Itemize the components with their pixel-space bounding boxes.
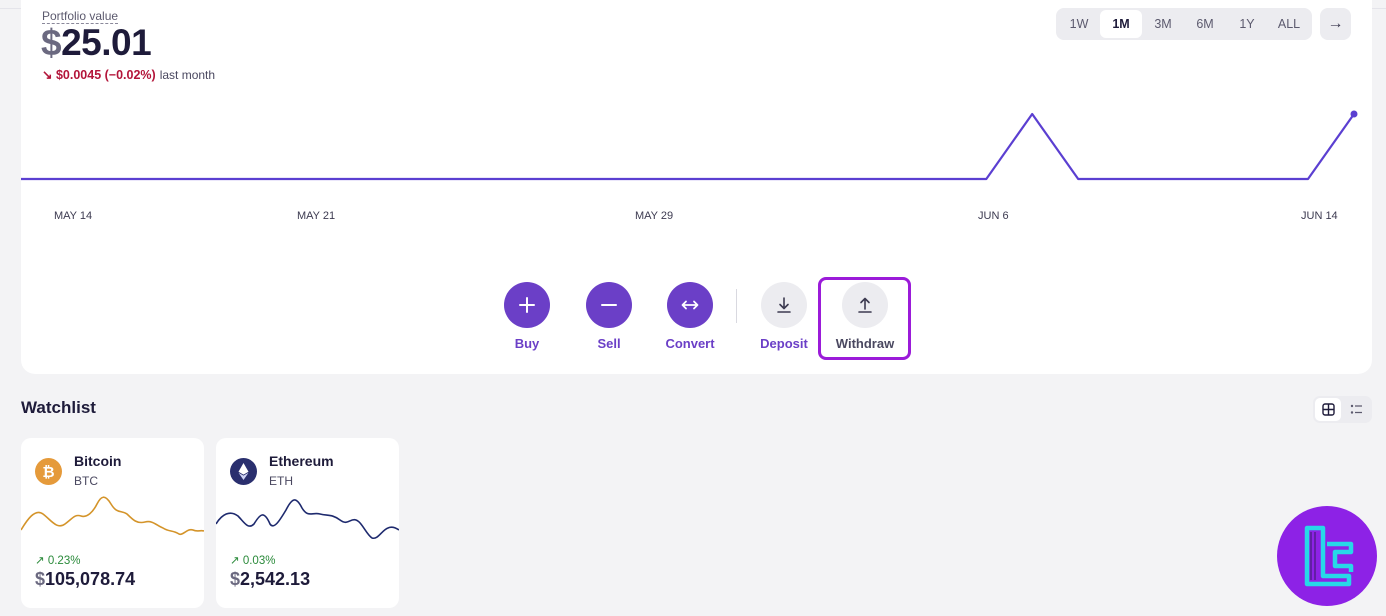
x-tick-label: MAY 29 — [635, 210, 674, 222]
up-arrow-icon: ↗ — [230, 555, 240, 567]
swap-arrows-icon — [667, 282, 713, 328]
x-tick-label: JUN 14 — [1301, 210, 1338, 222]
watchlist-card-ethereum[interactable]: Ethereum ETH ↗ 0.03% $2,542.13 — [216, 438, 399, 608]
sell-button[interactable]: Sell — [569, 282, 649, 351]
bitcoin-icon: ₿ — [35, 458, 62, 485]
x-tick-label: MAY 14 — [54, 210, 93, 222]
brand-logo-icon — [1277, 506, 1377, 606]
currency-symbol: $ — [230, 569, 241, 589]
download-icon — [761, 282, 807, 328]
coin-change-value: 0.03% — [242, 555, 276, 567]
coin-price-value: 2,542.13 — [240, 569, 311, 589]
range-1w[interactable]: 1W — [1058, 10, 1100, 38]
plus-icon — [504, 282, 550, 328]
coin-change: ↗ 0.23% — [35, 553, 80, 567]
portfolio-change: ↘ $0.0045 (−0.02%) last month — [42, 67, 215, 82]
view-toggle — [1313, 396, 1372, 423]
svg-text:₿: ₿ — [42, 463, 54, 481]
coin-symbol: BTC — [74, 474, 98, 488]
range-all[interactable]: ALL — [1268, 10, 1310, 38]
grid-view-icon[interactable] — [1315, 398, 1341, 421]
change-amount: $0.0045 (−0.02%) — [55, 68, 156, 82]
coin-name: Bitcoin — [74, 453, 122, 469]
convert-button[interactable]: Convert — [650, 282, 730, 351]
currency-symbol: $ — [41, 22, 62, 63]
range-1y[interactable]: 1Y — [1226, 10, 1268, 38]
portfolio-line-chart — [21, 110, 1358, 181]
ethereum-sparkline — [216, 499, 399, 540]
series-line — [21, 112, 1355, 181]
coin-symbol: ETH — [269, 474, 293, 488]
change-period: last month — [159, 68, 216, 82]
range-3m[interactable]: 3M — [1142, 10, 1184, 38]
series-end-point — [1350, 110, 1358, 118]
bitcoin-sparkline — [21, 496, 204, 536]
coin-change-value: 0.23% — [47, 555, 81, 567]
time-range-selector: 1W 1M 3M 6M 1Y ALL — [1056, 8, 1312, 40]
coin-price: $2,542.13 — [230, 569, 310, 590]
coin-price-value: 105,078.74 — [45, 569, 136, 589]
currency-symbol: $ — [35, 569, 46, 589]
range-6m[interactable]: 6M — [1184, 10, 1226, 38]
sparkline-path — [216, 499, 399, 540]
deposit-label: Deposit — [760, 336, 808, 351]
portfolio-value: $25.01 — [41, 22, 152, 64]
arrow-right-icon[interactable]: → — [1320, 8, 1351, 40]
watchlist-card-bitcoin[interactable]: ₿ Bitcoin BTC ↗ 0.23% $105,078.74 — [21, 438, 204, 608]
actions-divider — [736, 289, 737, 323]
x-tick-label: JUN 6 — [978, 210, 1009, 222]
range-1m[interactable]: 1M — [1100, 10, 1142, 38]
convert-label: Convert — [665, 336, 715, 351]
portfolio-amount: 25.01 — [61, 22, 152, 63]
list-view-icon[interactable] — [1343, 398, 1369, 421]
up-arrow-icon: ↗ — [35, 555, 45, 567]
minus-icon — [586, 282, 632, 328]
buy-label: Buy — [514, 336, 540, 351]
buy-button[interactable]: Buy — [487, 282, 567, 351]
deposit-button[interactable]: Deposit — [744, 282, 824, 351]
coin-name: Ethereum — [269, 453, 334, 469]
withdraw-highlight-box — [818, 277, 911, 360]
coin-change: ↗ 0.03% — [230, 553, 275, 567]
ethereum-icon — [230, 458, 257, 485]
coin-price: $105,078.74 — [35, 569, 135, 590]
watchlist-title: Watchlist — [21, 398, 96, 417]
down-arrow-icon: ↘ — [42, 68, 53, 82]
sell-label: Sell — [597, 336, 621, 351]
x-tick-label: MAY 21 — [297, 210, 336, 222]
sparkline-path — [21, 496, 204, 536]
